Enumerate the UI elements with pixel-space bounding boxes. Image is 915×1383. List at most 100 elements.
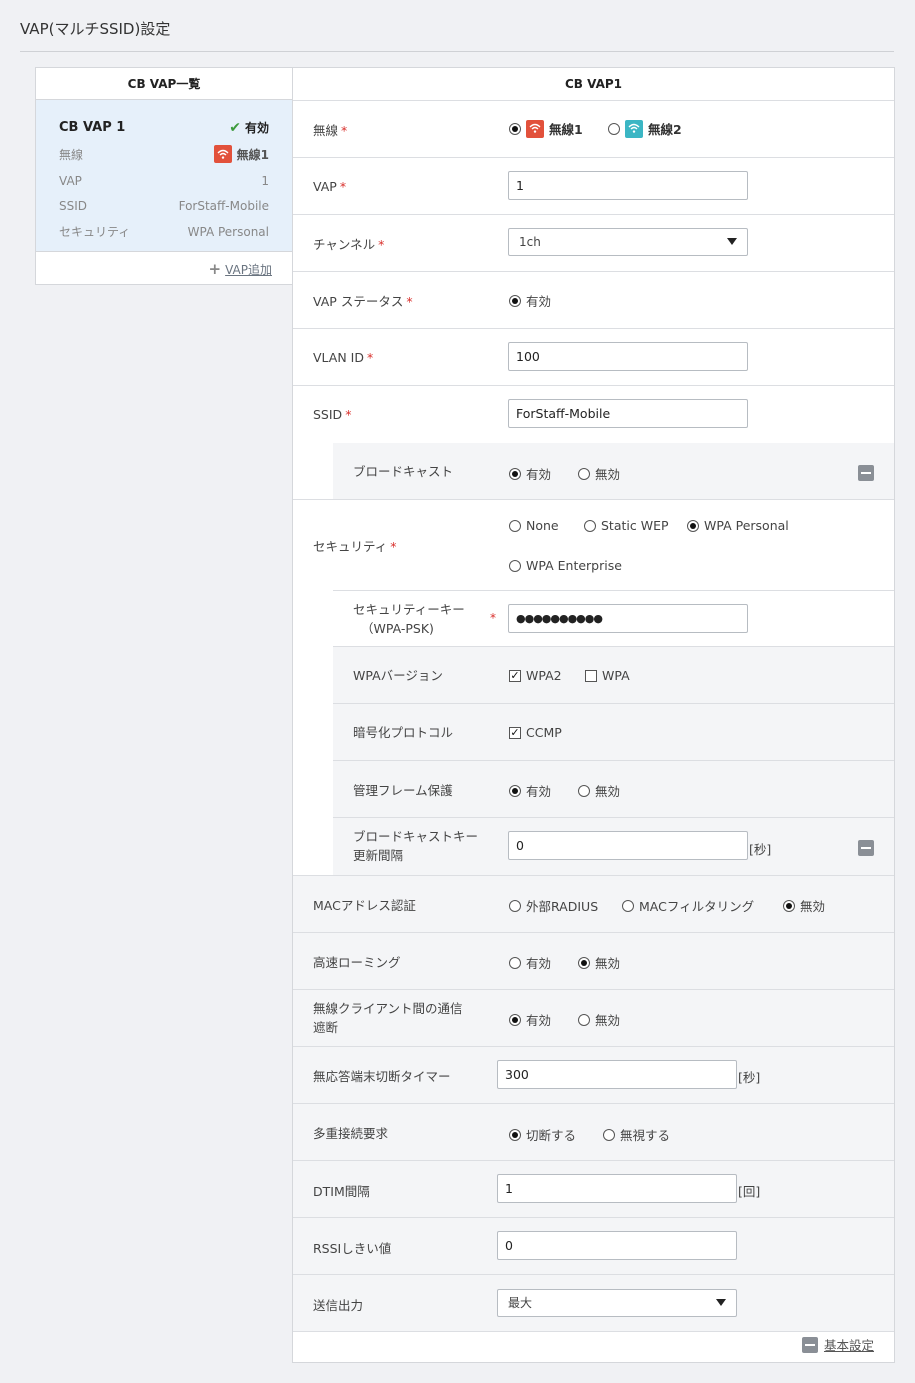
add-vap-button[interactable]: + VAP追加	[209, 260, 272, 278]
add-vap-link[interactable]: VAP追加	[225, 261, 272, 278]
row-encryption: 暗号化プロトコル ✓ CCMP	[333, 704, 894, 761]
radio-option-disconnect[interactable]: 切断する	[509, 1125, 576, 1144]
checkbox[interactable]	[585, 669, 597, 682]
row-dtim: DTIM間隔 1 [回]	[293, 1161, 894, 1218]
row-client-isolation: 無線クライアント間の通信 遮断 有効 無効	[293, 990, 894, 1047]
field-label: 無線 *	[313, 123, 348, 138]
radio-button[interactable]	[509, 784, 521, 797]
radio-option-enabled[interactable]: 有効	[509, 291, 551, 310]
row-mac-auth: MACアドレス認証 外部RADIUS MACフィルタリング 無効	[293, 876, 894, 933]
vap-settings-header: CB VAP1	[293, 68, 894, 101]
radio-option-wpa-personal[interactable]: WPA Personal	[687, 518, 789, 533]
panel-title: CB VAP1	[564, 77, 623, 91]
radio-button[interactable]	[783, 899, 795, 912]
checkbox[interactable]: ✓	[509, 669, 521, 682]
checkbox-option-ccmp[interactable]: ✓ CCMP	[509, 725, 562, 740]
radio-option-disabled[interactable]: 無効	[578, 1010, 620, 1029]
radio-option-static-wep[interactable]: Static WEP	[584, 518, 669, 533]
checkbox-option-wpa[interactable]: WPA	[585, 668, 630, 683]
field-label: 高速ローミング	[313, 955, 401, 970]
collapse-icon[interactable]	[858, 840, 874, 856]
radio-button[interactable]	[578, 1013, 590, 1026]
vap-card-value: WPA Personal	[187, 224, 269, 239]
vap-list-header: CB VAP一覧	[36, 68, 292, 100]
checkbox[interactable]: ✓	[509, 726, 521, 739]
vap-card-label: 無線	[59, 147, 84, 162]
radio-button[interactable]	[622, 899, 634, 912]
vap-card-value: 無線1	[213, 145, 269, 163]
radio-button[interactable]	[509, 294, 521, 307]
checkbox-option-wpa2[interactable]: ✓ WPA2	[509, 668, 562, 683]
vap-card-label: セキュリティ	[59, 225, 131, 239]
title-divider	[20, 51, 894, 52]
radio-button[interactable]	[578, 956, 590, 969]
vap-card-value: 1	[261, 174, 269, 188]
radio-option-enabled[interactable]: 有効	[509, 953, 551, 972]
radio-button[interactable]	[578, 467, 590, 480]
row-ssid: SSID * ForStaff-Mobile ブロードキャスト 有効 無効	[293, 386, 894, 500]
radio-option-mac-filtering[interactable]: MACフィルタリング	[622, 896, 754, 915]
collapse-icon[interactable]	[858, 465, 874, 481]
vlan-id-input[interactable]: 100	[508, 342, 748, 371]
ssid-input[interactable]: ForStaff-Mobile	[508, 399, 748, 428]
radio-option-disabled[interactable]: 無効	[578, 953, 620, 972]
field-label: RSSIしきい値	[313, 1241, 392, 1256]
unit-label: [秒]	[749, 842, 772, 857]
channel-select[interactable]: 1ch	[508, 228, 748, 256]
radio-button[interactable]	[509, 899, 521, 912]
field-label: セキュリティーキー （WPA-PSK)	[353, 602, 465, 636]
vap-card-label: VAP	[59, 174, 82, 188]
radio-option-wpa-enterprise[interactable]: WPA Enterprise	[509, 558, 622, 573]
security-key-input[interactable]: ●●●●●●●●●●	[508, 604, 748, 633]
radio-button[interactable]	[509, 1013, 521, 1026]
radio-option-disabled[interactable]: 無効	[578, 464, 620, 483]
field-label: ブロードキャストキー 更新間隔	[353, 829, 479, 863]
radio-button[interactable]	[687, 519, 699, 532]
row-vlan: VLAN ID * 100	[293, 329, 894, 386]
basic-settings-toggle[interactable]: 基本設定	[801, 1335, 874, 1354]
tx-power-select[interactable]: 最大	[497, 1289, 737, 1317]
basic-settings-link[interactable]: 基本設定	[824, 1335, 874, 1354]
rssi-input[interactable]: 0	[497, 1231, 737, 1260]
radio-button[interactable]	[608, 122, 620, 135]
row-fast-roaming: 高速ローミング 有効 無効	[293, 933, 894, 990]
radio-option-external-radius[interactable]: 外部RADIUS	[509, 896, 598, 915]
row-broadcast-key-interval: ブロードキャストキー 更新間隔 0 [秒]	[333, 818, 894, 875]
radio-option-ignore[interactable]: 無視する	[603, 1125, 670, 1144]
row-radio: 無線 * 無線1 無線2	[293, 101, 894, 158]
field-label: VAP ステータス *	[313, 294, 413, 309]
collapse-icon[interactable]	[801, 1336, 818, 1353]
radio-button[interactable]	[509, 467, 521, 480]
radio-option-enabled[interactable]: 有効	[509, 1010, 551, 1029]
row-rssi: RSSIしきい値 0	[293, 1218, 894, 1275]
vap-card-1[interactable]: CB VAP 1 ✔ 有効 無線 無線1 VAP 1 SSID ForStaff…	[36, 100, 292, 252]
checkmark-icon: ✔	[229, 119, 241, 136]
broadcast-key-interval-input[interactable]: 0	[508, 831, 748, 860]
radio-button[interactable]	[509, 1128, 521, 1141]
radio-button[interactable]	[509, 122, 521, 135]
radio-option-disabled[interactable]: 無効	[783, 896, 825, 915]
row-security-key: セキュリティーキー （WPA-PSK) * ●●●●●●●●●●	[333, 590, 894, 647]
field-label: ブロードキャスト	[353, 464, 454, 479]
field-label: 多重接続要求	[313, 1126, 389, 1141]
dtim-input[interactable]: 1	[497, 1174, 737, 1203]
radio-button[interactable]	[509, 559, 521, 572]
radio-option-wireless2[interactable]: 無線2	[608, 119, 682, 138]
vap-settings-panel: CB VAP1 無線* 無線1 無線2 VAP* 1 チャンネル* 1ch	[292, 67, 895, 1363]
vap-input[interactable]: 1	[508, 171, 748, 200]
radio-option-none[interactable]: None	[509, 518, 559, 533]
row-multi-connection: 多重接続要求 切断する 無視する	[293, 1104, 894, 1161]
radio-button[interactable]	[603, 1128, 615, 1141]
radio-button[interactable]	[509, 956, 521, 969]
field-label: VLAN ID *	[313, 350, 374, 365]
chevron-down-icon	[716, 1299, 726, 1306]
radio-option-disabled[interactable]: 無効	[578, 781, 620, 800]
radio-button[interactable]	[509, 519, 521, 532]
radio-option-wireless1[interactable]: 無線1	[509, 119, 583, 138]
radio-option-enabled[interactable]: 有効	[509, 464, 551, 483]
no-response-timer-input[interactable]: 300	[497, 1060, 737, 1089]
radio-option-enabled[interactable]: 有効	[509, 781, 551, 800]
row-vap-status: VAP ステータス * 有効	[293, 272, 894, 329]
radio-button[interactable]	[584, 519, 596, 532]
radio-button[interactable]	[578, 784, 590, 797]
